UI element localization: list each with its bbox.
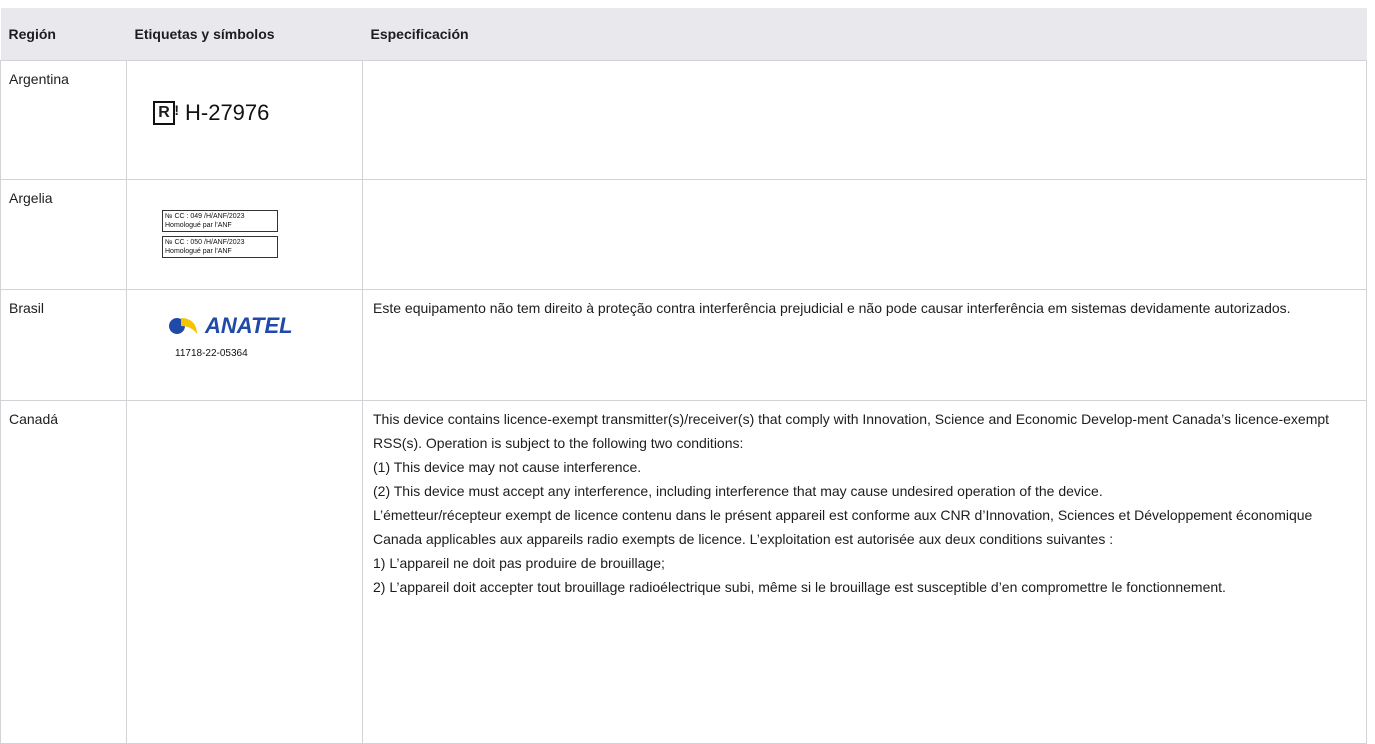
spec-cell: This device contains licence-exempt tran… — [362, 400, 1367, 744]
algeria-label-1: № CC : 049 /H/ANF/2023 Homologué par l'A… — [162, 210, 278, 232]
header-spec: Especificación — [362, 8, 1367, 61]
table-row-argelia: Argelia № CC : 049 /H/ANF/2023 Homologué… — [0, 179, 1367, 290]
label-line: Homologué par l'ANF — [165, 248, 232, 255]
table-row-brasil: Brasil ANATEL 11718-22-05364 Este equipa… — [0, 289, 1367, 401]
region-cell: Argentina — [0, 60, 127, 180]
region-cell: Canadá — [0, 400, 127, 744]
table-row-canada: Canadá This device contains licence-exem… — [0, 400, 1367, 744]
algeria-labels: № CC : 049 /H/ANF/2023 Homologué par l'A… — [162, 210, 278, 262]
anatel-wordmark: ANATEL — [205, 313, 293, 338]
spec-paragraph: L’émetteur/récepteur exempt de licence c… — [373, 507, 1313, 547]
symbol-cell: ANATEL 11718-22-05364 — [126, 289, 363, 401]
symbol-cell: № CC : 049 /H/ANF/2023 Homologué par l'A… — [126, 179, 363, 290]
table-header-row: Región Etiquetas y símbolos Especificaci… — [0, 8, 1367, 61]
header-labels: Etiquetas y símbolos — [126, 8, 363, 61]
spec-cell — [362, 179, 1367, 290]
symbol-cell — [126, 400, 363, 744]
region-cell: Argelia — [0, 179, 127, 290]
header-region: Región — [0, 8, 127, 61]
spec-paragraph: (2) This device must accept any interfer… — [373, 483, 1103, 499]
label-line: № CC : 049 /H/ANF/2023 — [165, 213, 245, 220]
spec-paragraph: 2) L’appareil doit accepter tout brouill… — [373, 579, 1226, 595]
spec-paragraph: (1) This device may not cause interferen… — [373, 459, 642, 475]
spec-paragraph: 1) L’appareil ne doit pas produire de br… — [373, 555, 665, 571]
spec-paragraph: Este equipamento não tem direito à prote… — [373, 300, 1291, 316]
regulatory-table: Región Etiquetas y símbolos Especificaci… — [0, 8, 1367, 744]
label-line: Homologué par l'ANF — [165, 222, 232, 229]
spec-paragraph: This device contains licence-exempt tran… — [373, 411, 1330, 451]
argentina-code: H-27976 — [185, 100, 270, 125]
anatel-swoosh-icon — [169, 318, 197, 334]
spec-cell — [362, 60, 1367, 180]
regulatory-table-container: Región Etiquetas y símbolos Especificaci… — [0, 8, 1367, 744]
argentina-r-mark-icon: R! H-27976 — [153, 101, 269, 125]
spec-cell: Este equipamento não tem direito à prote… — [362, 289, 1367, 401]
table-row-argentina: Argentina R! H-27976 — [0, 60, 1367, 180]
anatel-code: 11718-22-05364 — [175, 348, 248, 359]
anatel-logo-icon: ANATEL 11718-22-05364 — [167, 314, 317, 366]
algeria-label-2: № CC : 050 /H/ANF/2023 Homologué par l'A… — [162, 236, 278, 258]
label-line: № CC : 050 /H/ANF/2023 — [165, 239, 245, 246]
symbol-cell: R! H-27976 — [126, 60, 363, 180]
region-cell: Brasil — [0, 289, 127, 401]
